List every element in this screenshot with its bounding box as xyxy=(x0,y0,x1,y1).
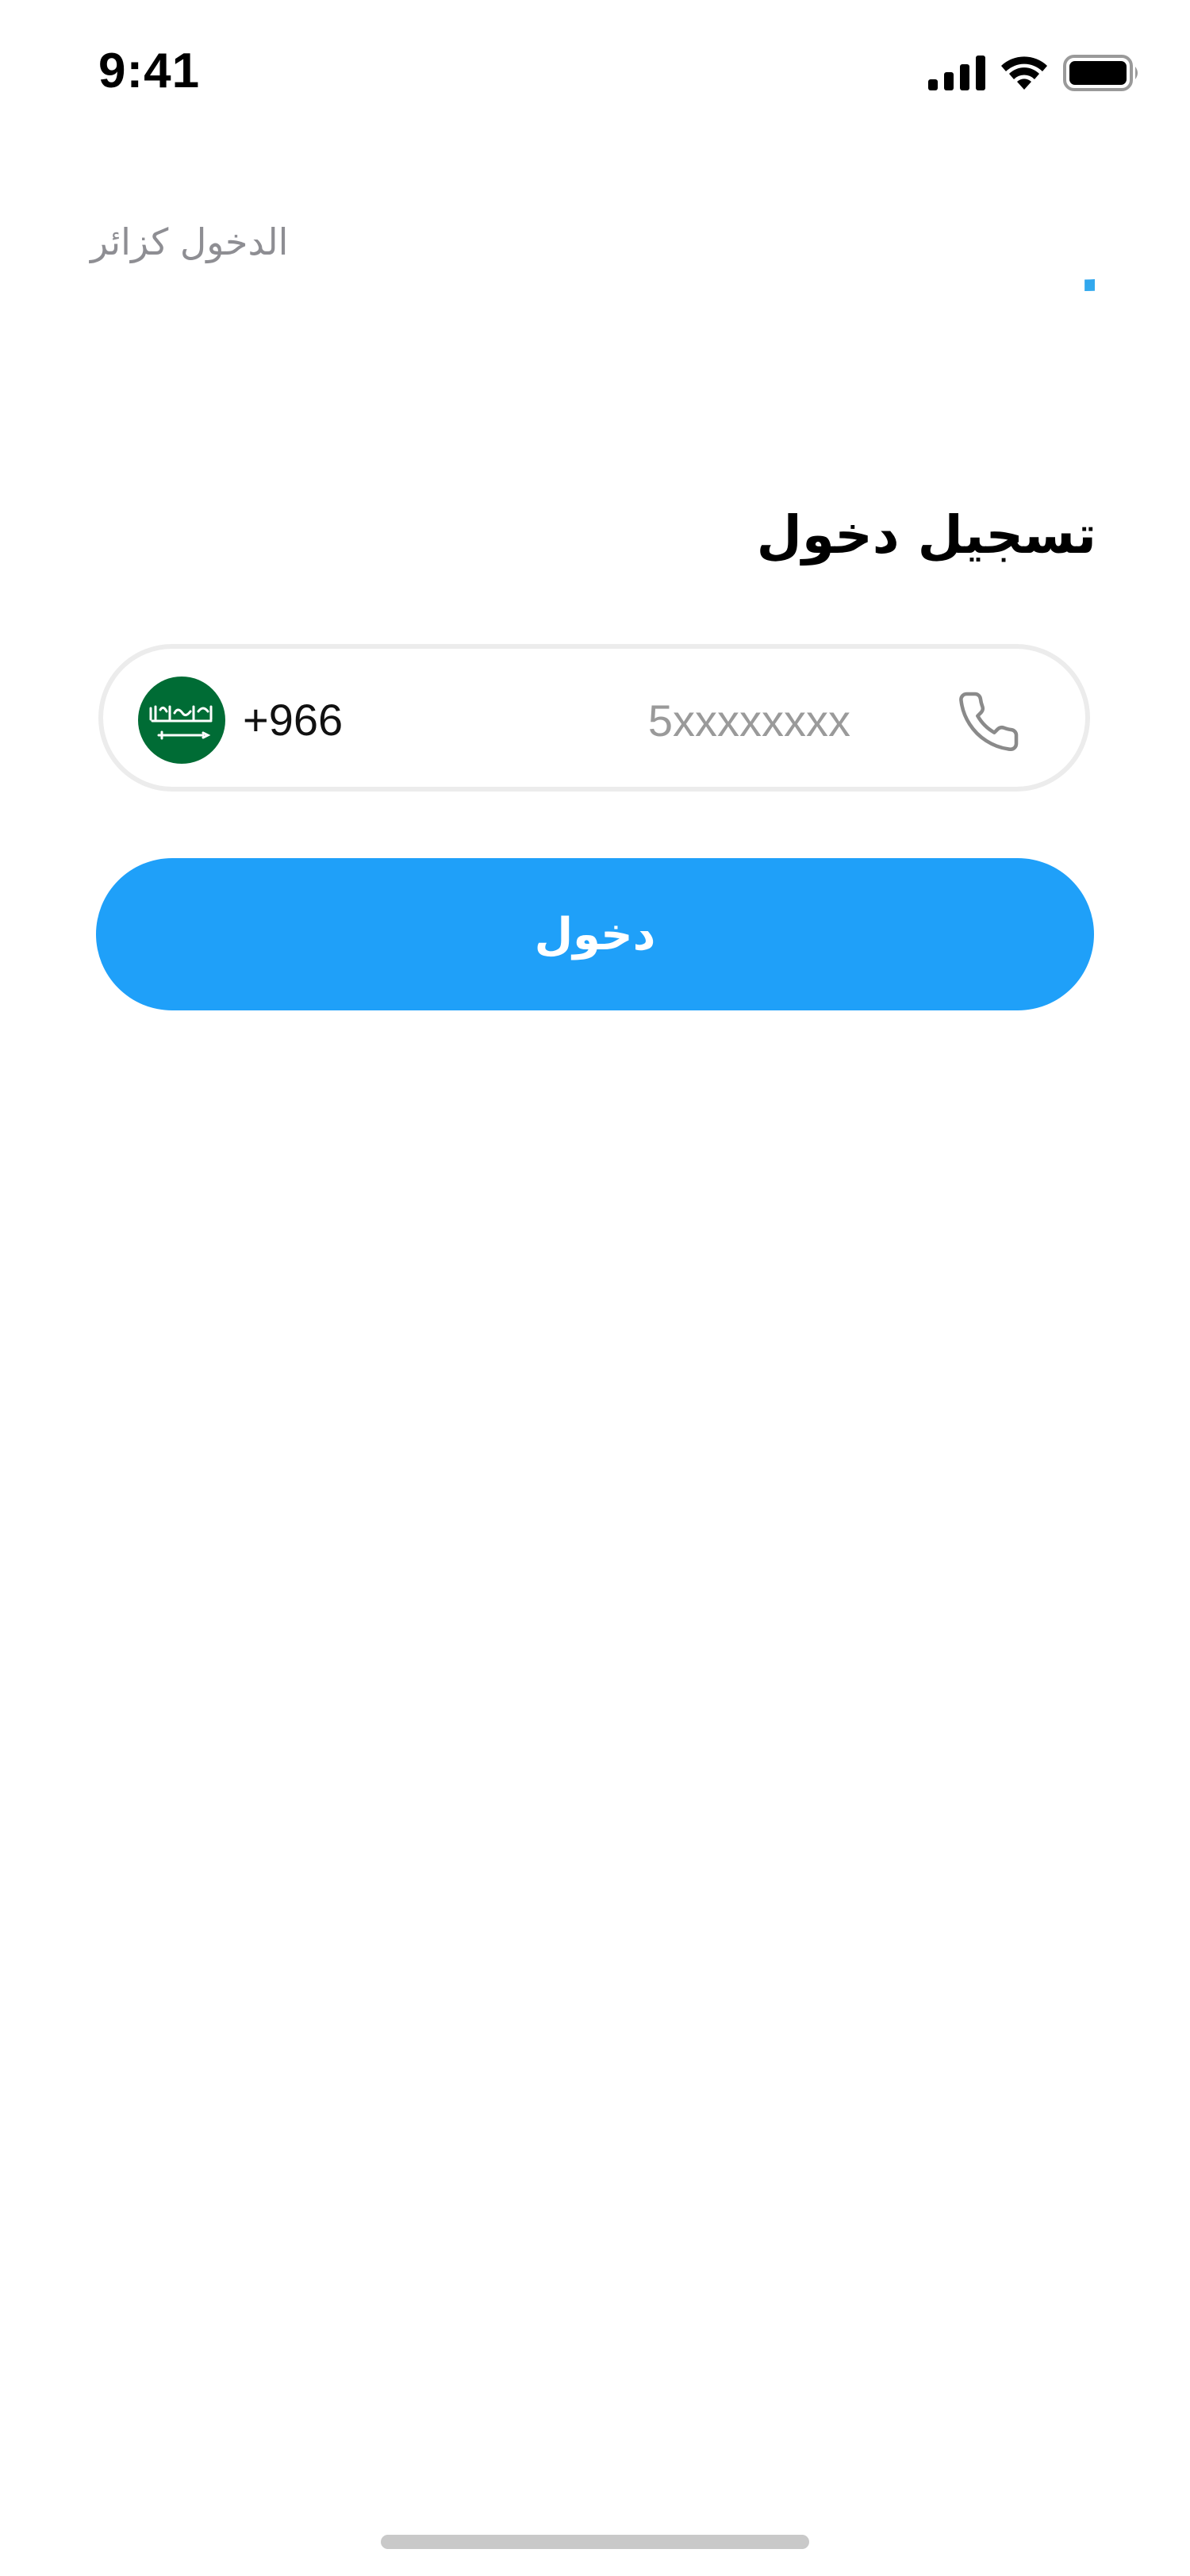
home-indicator xyxy=(381,2535,809,2549)
country-dial-code[interactable]: +966 xyxy=(243,688,343,752)
phone-number-input[interactable] xyxy=(405,680,1039,760)
wifi-icon xyxy=(1001,56,1047,90)
battery-icon xyxy=(1063,55,1138,91)
page-title: تسجيل دخول xyxy=(756,504,1096,565)
guest-login-link[interactable]: الدخول كزائر xyxy=(90,214,288,270)
login-button[interactable]: دخول xyxy=(96,858,1094,1010)
logo-text: تويـو xyxy=(1084,182,1095,291)
status-icons xyxy=(928,51,1141,95)
status-time: 9:41 xyxy=(98,44,201,98)
saudi-arabia-flag-icon[interactable] xyxy=(138,677,225,764)
phone-icon xyxy=(959,692,1019,751)
phone-field: +966 xyxy=(98,644,1090,792)
cellular-signal-icon xyxy=(928,56,985,90)
app-logo: تويـو xyxy=(1084,182,1095,291)
